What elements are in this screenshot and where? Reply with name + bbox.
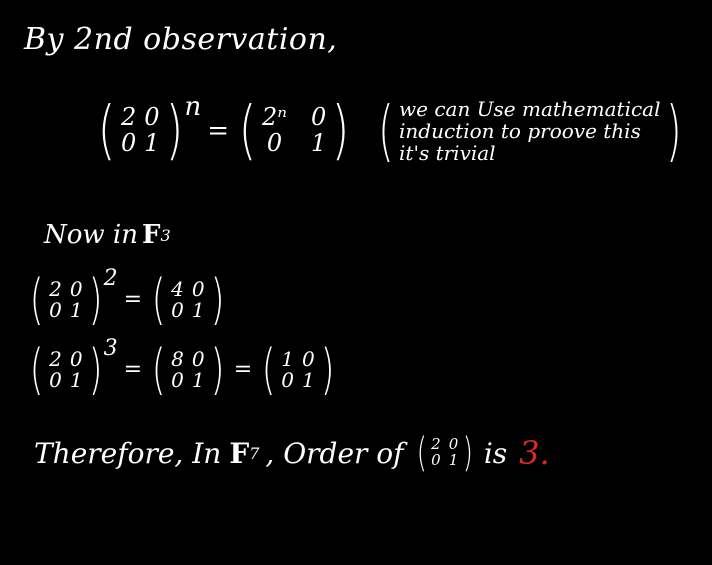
matrix-base: ( 2 0 0 1 ) n (97, 91, 202, 168)
matrix-entry: 0 (266, 128, 283, 157)
matrix-entry: 0 (311, 103, 327, 132)
matrix-entry: 0 (301, 346, 315, 371)
matrix-entry: 0 (171, 367, 184, 392)
conclusion-is: is (483, 436, 508, 470)
equation-cube: ( 2 0 0 1 ) 3 = ( 8 0 0 1 ) = ( 1 0 0 1 … (24, 336, 340, 401)
field-symbol: F (141, 220, 161, 250)
matrix-entry: 0 (120, 128, 137, 157)
handwritten-note-page: By 2nd observation, ( 2 0 0 1 ) n = ( 2ⁿ… (0, 0, 712, 565)
matrix-conclusion: ( 2 0 0 1 ) (416, 430, 474, 476)
matrix-entry: 1 (69, 297, 83, 322)
field-intro-text: Now in (44, 220, 138, 250)
field-f3-label: Now in F 3 (44, 220, 171, 250)
side-note-line: we can Use mathematical (399, 96, 661, 121)
side-note-line: induction to proove this (399, 118, 641, 143)
matrix-entry: 0 (69, 276, 83, 301)
matrix-identity: ( 1 0 0 1 ) (261, 338, 335, 401)
conclusion-middle: , Order of (265, 436, 404, 470)
field-subscript: 3 (160, 225, 171, 245)
matrix-entry: 1 (191, 367, 205, 392)
matrix-entry: 1 (448, 451, 459, 469)
matrix-entry: 1 (281, 346, 294, 371)
conclusion-line: Therefore, In F 7 , Order of ( 2 0 0 1 )… (34, 430, 550, 476)
matrix-entry: 1 (301, 367, 315, 392)
matrix-entry: 2 (49, 346, 62, 371)
matrix-entry: 0 (431, 451, 441, 469)
exponent: 2 (103, 266, 118, 291)
observation-heading-text: By 2nd observation, (24, 22, 338, 57)
matrix-entry: 4 (171, 276, 184, 301)
matrix-entry: 0 (49, 297, 62, 322)
matrix-entry: 1 (69, 367, 83, 392)
matrix-entry: 0 (144, 103, 160, 132)
matrix-entry: 0 (281, 367, 294, 392)
matrix-entry: 1 (144, 128, 160, 157)
matrix-base: ( 2 0 0 1 ) 3 (29, 336, 118, 401)
matrix-entry: 0 (49, 367, 62, 392)
matrix-entry: 8 (171, 346, 184, 371)
equation-square: ( 2 0 0 1 ) 2 = ( 4 0 0 1 ) (24, 266, 230, 331)
exponent: 3 (103, 336, 118, 361)
equation-general-power: ( 2 0 0 1 ) n = ( 2ⁿ 0 0 1 ) ( we can Us… (92, 91, 686, 170)
exponent: n (184, 91, 202, 122)
matrix-entry: 0 (171, 297, 184, 322)
side-note-line: it's trivial (399, 140, 496, 165)
matrix-entry: 0 (191, 346, 205, 371)
matrix-entry: 0 (191, 276, 205, 301)
matrix-result: ( 2ⁿ 0 0 1 ) (238, 93, 350, 168)
matrix-entry: 2ⁿ (262, 103, 288, 132)
observation-heading: By 2nd observation, (24, 22, 337, 57)
matrix-entry: 2 (120, 103, 137, 132)
side-note: ( we can Use mathematical induction to p… (378, 92, 682, 169)
matrix-intermediate: ( 8 0 0 1 ) (151, 338, 224, 401)
field-subscript: 7 (249, 443, 260, 463)
conclusion-prefix: Therefore, In (34, 436, 222, 470)
answer-value: 3. (519, 434, 550, 472)
matrix-base: ( 2 0 0 1 ) 2 (29, 266, 118, 331)
matrix-entry: 1 (191, 297, 205, 322)
matrix-entry: 0 (69, 346, 83, 371)
matrix-result: ( 4 0 0 1 ) (151, 268, 224, 331)
matrix-entry: 1 (311, 128, 327, 157)
field-symbol: F (229, 436, 250, 470)
matrix-entry: 2 (49, 276, 62, 301)
